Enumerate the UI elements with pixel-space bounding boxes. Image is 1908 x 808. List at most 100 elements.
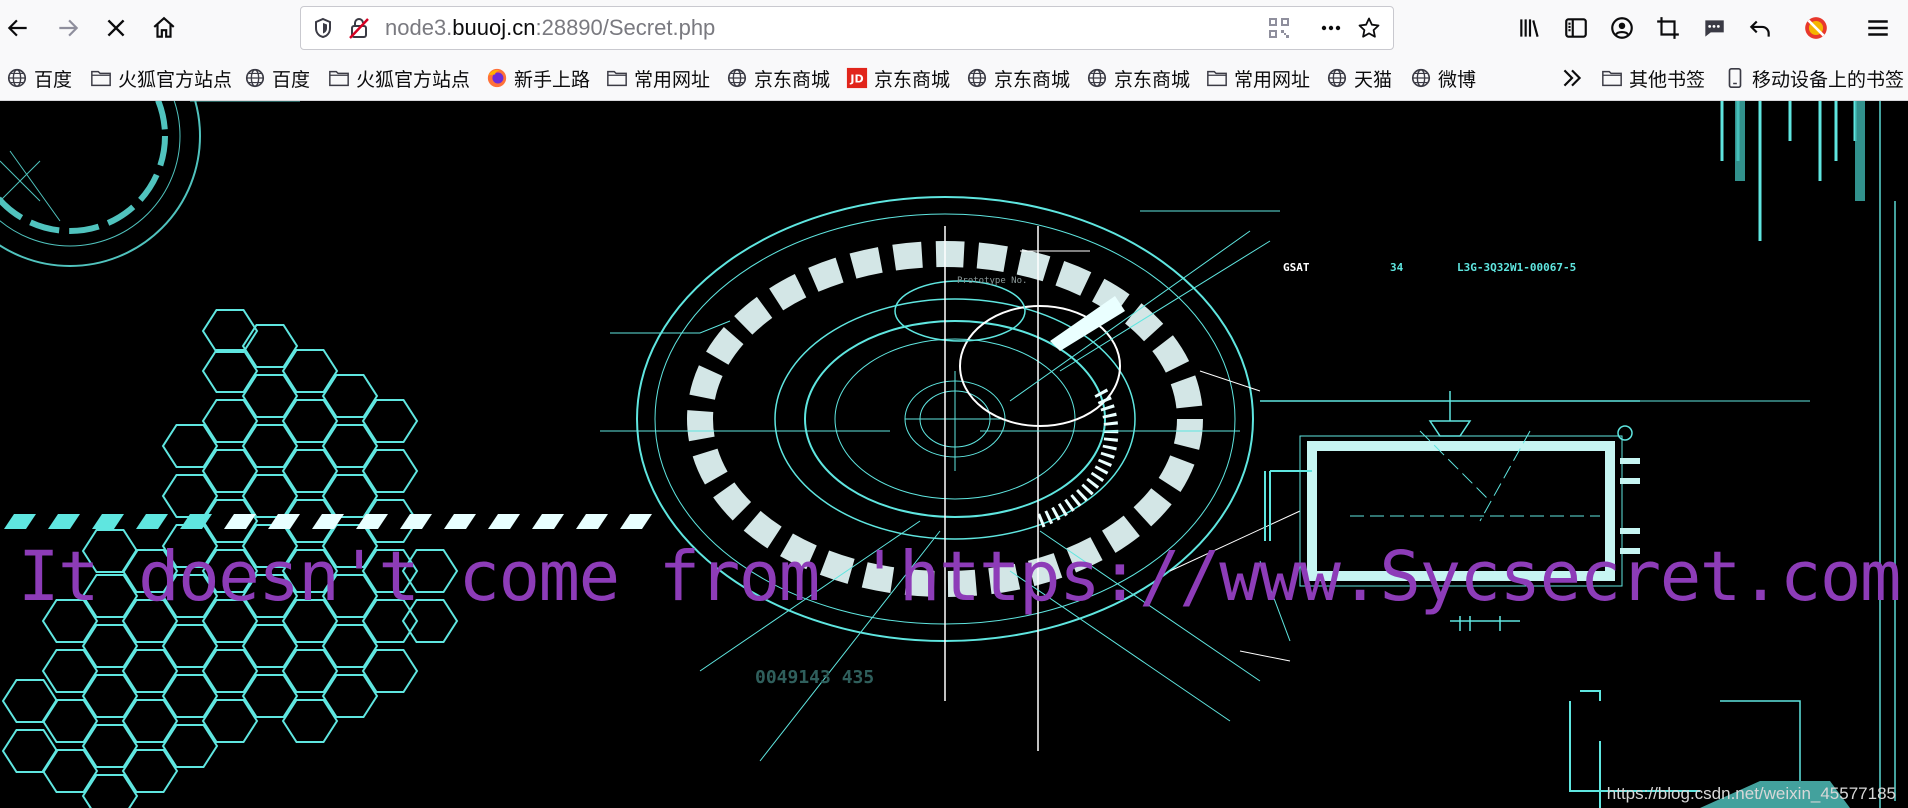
url-text[interactable]: node3.buuoj.cn:28890/Secret.php xyxy=(385,7,715,49)
hud-prototype-text: Prototype No. xyxy=(957,276,1027,286)
stripe-segment xyxy=(444,514,476,529)
forward-arrow-icon xyxy=(59,19,79,37)
stripe-segment xyxy=(576,514,608,529)
hexagon-cell xyxy=(1,729,59,773)
jd-icon: JD xyxy=(846,67,868,89)
corner-stripes-graphic xyxy=(1720,101,1896,808)
url-host: buuoj.cn xyxy=(452,15,536,40)
bookmark-item[interactable]: 新手上路 xyxy=(486,56,590,100)
mobile-icon xyxy=(1724,67,1746,89)
crop-icon xyxy=(1657,17,1679,39)
chat-button[interactable] xyxy=(1694,8,1734,48)
bookmark-label: 其他书签 xyxy=(1629,69,1706,91)
bookmark-label: 京东商城 xyxy=(874,69,951,91)
screenshot-button[interactable] xyxy=(1648,8,1688,48)
globe-icon xyxy=(6,67,28,89)
account-icon xyxy=(1611,17,1633,39)
svg-text:JD: JD xyxy=(849,73,863,86)
sidebar-icon xyxy=(1565,18,1587,38)
hamburger-menu-icon xyxy=(1868,20,1888,36)
hud-background-graphic: GSAT 34 L3G-3Q32W1-00067-5 Prototype No.… xyxy=(0,101,1896,808)
bookmark-star-icon[interactable] xyxy=(1357,16,1381,40)
sidebar-button[interactable] xyxy=(1556,8,1596,48)
close-icon xyxy=(107,19,125,37)
shield-icon[interactable] xyxy=(311,16,335,40)
insecure-lock-icon[interactable] xyxy=(347,16,371,40)
bookmark-label: 常用网址 xyxy=(634,69,711,91)
extension-button[interactable] xyxy=(1796,8,1836,48)
url-prefix: node3. xyxy=(385,15,453,40)
forward-button[interactable] xyxy=(48,8,88,48)
stripe-segment xyxy=(4,514,36,529)
stripe-segment xyxy=(224,514,256,529)
qr-code-icon[interactable] xyxy=(1267,16,1291,40)
corner-ring-graphic xyxy=(0,101,300,267)
double-chevron-right-icon xyxy=(1563,69,1582,87)
stripe-segment xyxy=(48,514,80,529)
target-dial-graphic xyxy=(600,196,1301,762)
library-button[interactable] xyxy=(1510,8,1550,48)
library-icon xyxy=(1520,19,1539,37)
bookmark-label: 京东商城 xyxy=(1114,69,1191,91)
stripe-segment xyxy=(92,514,124,529)
undo-icon xyxy=(1749,20,1770,37)
url-bar[interactable]: node3.buuoj.cn:28890/Secret.php xyxy=(300,6,1394,50)
stripe-segment xyxy=(620,514,652,529)
bookmark-item[interactable]: 京东商城 xyxy=(966,56,1070,100)
navigation-toolbar: node3.buuoj.cn:28890/Secret.php xyxy=(0,0,1908,56)
bookmark-item[interactable]: 百度 xyxy=(6,56,72,100)
stripe-segment xyxy=(488,514,520,529)
bookmarks-overflow-button[interactable] xyxy=(1552,58,1592,98)
bookmark-label: 百度 xyxy=(34,69,73,91)
back-button[interactable] xyxy=(0,8,38,48)
bookmark-item[interactable]: 京东商城 xyxy=(726,56,830,100)
url-path: :28890/Secret.php xyxy=(535,15,716,40)
firefox-icon xyxy=(486,67,508,89)
bookmark-item[interactable]: 京东商城 xyxy=(1086,56,1190,100)
bookmark-item[interactable]: 火狐官方站点 xyxy=(328,56,470,100)
folder-icon xyxy=(1601,67,1623,89)
bookmark-label: 常用网址 xyxy=(1234,69,1311,91)
bookmark-item[interactable]: 其他书签 xyxy=(1601,56,1705,100)
bookmark-label: 天猫 xyxy=(1354,69,1393,91)
bookmark-label: 火狐官方站点 xyxy=(356,69,471,91)
referer-message: It doesn't come from 'https://www.Sycsec… xyxy=(18,537,1908,617)
bookmark-item[interactable]: 微博 xyxy=(1410,56,1476,100)
bookmark-label: 新手上路 xyxy=(514,69,591,91)
home-button[interactable] xyxy=(144,8,184,48)
stripe-segment xyxy=(136,514,168,529)
bookmarks-toolbar: 百度 火狐官方站点 百度 火狐官方站点 新手上路 常用网址 京东商城 JD 京东商城 京东商城 京东… xyxy=(0,56,1908,101)
chat-bubble-icon xyxy=(1704,20,1724,37)
account-button[interactable] xyxy=(1602,8,1642,48)
globe-icon xyxy=(726,67,748,89)
home-icon xyxy=(153,16,175,38)
back-arrow-icon xyxy=(7,19,27,37)
globe-icon xyxy=(1410,67,1432,89)
bookmark-item[interactable]: 百度 xyxy=(244,56,310,100)
bookmark-item[interactable]: 火狐官方站点 xyxy=(90,56,232,100)
bookmark-item[interactable]: 常用网址 xyxy=(1206,56,1310,100)
folder-icon xyxy=(1206,67,1228,89)
bookmark-item[interactable]: 常用网址 xyxy=(606,56,710,100)
bookmark-item[interactable]: JD 京东商城 xyxy=(846,56,950,100)
watermark-text: https://blog.csdn.net/weixin_45577185 xyxy=(1606,784,1896,803)
hud-readout-text: 0049143 435 xyxy=(755,667,874,688)
folder-icon xyxy=(90,67,112,89)
stop-button[interactable] xyxy=(96,8,136,48)
hud-gsat-value: 34 xyxy=(1390,261,1404,274)
bookmark-item[interactable]: 移动设备上的书签 xyxy=(1724,56,1904,100)
bookmark-label: 微博 xyxy=(1438,69,1477,91)
folder-icon xyxy=(328,67,350,89)
bookmark-item[interactable]: 天猫 xyxy=(1326,56,1392,100)
hexagon-cell xyxy=(1,679,59,723)
hexagon-cell xyxy=(201,309,259,353)
bookmark-label: 火狐官方站点 xyxy=(118,69,233,91)
bookmark-label: 京东商城 xyxy=(994,69,1071,91)
stripe-segment xyxy=(532,514,564,529)
bookmark-label: 移动设备上的书签 xyxy=(1752,69,1905,91)
more-actions-icon[interactable] xyxy=(1319,16,1343,40)
globe-icon xyxy=(1326,67,1348,89)
undo-button[interactable] xyxy=(1740,8,1780,48)
menu-button[interactable] xyxy=(1858,8,1898,48)
folder-icon xyxy=(606,67,628,89)
